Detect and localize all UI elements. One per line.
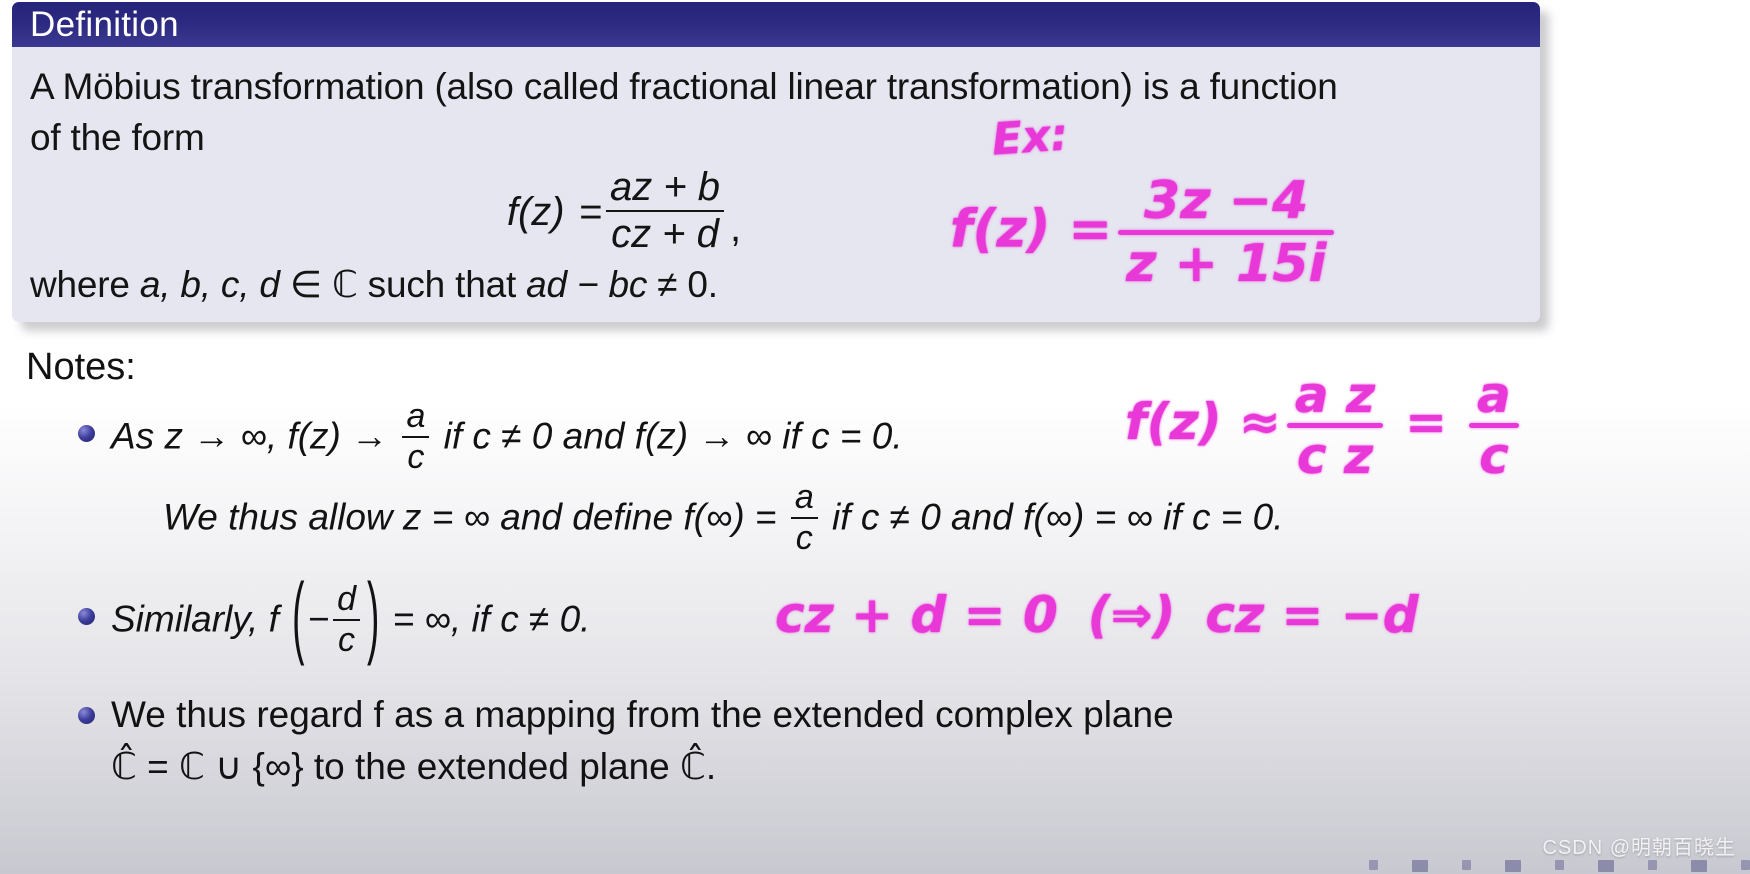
nav-back-icon[interactable]	[1462, 860, 1471, 870]
nav-next-slide-icon[interactable]	[1505, 860, 1521, 872]
bullet-dot-icon	[78, 707, 95, 725]
nav-last-icon[interactable]	[1648, 860, 1657, 870]
definition-title: Definition	[30, 5, 179, 44]
handwriting-result-denominator: c	[1479, 427, 1509, 485]
nav-section-icon[interactable]	[1598, 860, 1614, 872]
line3-suffix: ≠ 0.	[647, 263, 718, 305]
nav-prev-slide-icon[interactable]	[1412, 860, 1428, 872]
paren-close: )	[367, 565, 380, 667]
bullet-1-subline-fraction: a c	[790, 478, 818, 558]
handwriting-limit-equals: =	[1405, 393, 1448, 451]
handwriting-example-lhs: f(z) =	[950, 199, 1113, 260]
definition-line-2: of the form	[30, 117, 205, 158]
handwriting-limit: f(z) ≈ a z c z = a c	[1125, 370, 1525, 481]
subline-frac-numerator: a	[794, 478, 814, 517]
handwriting-pole-eq-1: cz + d = 0	[775, 586, 1058, 644]
bullet-2-text: Similarly, f (− d c ) = ∞, if c ≠ 0.	[111, 566, 591, 666]
handwriting-pole: cz + d = 0 (⇒) cz = −d	[775, 586, 1419, 644]
handwriting-result-numerator: a	[1477, 366, 1511, 424]
formula-denominator: cz + d	[611, 211, 719, 256]
bullet-1-subline-part-2: if c ≠ 0 and f(∞) = ∞ if c = 0.	[821, 496, 1284, 538]
formula-fraction: az + b cz + d	[605, 165, 725, 256]
bullet-1-subline-part-1: We thus allow z = ∞ and define f(∞) =	[163, 496, 787, 538]
bullet-3-text: We thus regard f as a mapping from the e…	[111, 689, 1174, 793]
handwriting-limit-numerator: a z	[1294, 366, 1376, 424]
formula-lhs: f(z)	[506, 190, 565, 235]
handwriting-limit-result: a c	[1469, 370, 1519, 481]
bullet-2-part-1: Similarly, f	[111, 598, 290, 640]
formula-comma: ,	[730, 205, 742, 250]
bullet-3-line-1: We thus regard f as a mapping from the e…	[111, 694, 1174, 736]
handwriting-example-numerator: 3z −4	[1144, 171, 1309, 231]
handwriting-pole-implies: (⇒)	[1087, 586, 1176, 644]
subline-frac-denominator: c	[795, 519, 813, 558]
nav-first-icon[interactable]	[1369, 860, 1378, 870]
bullet-2-minus: −	[307, 598, 330, 640]
slide-navigation-bar[interactable]	[0, 860, 1750, 874]
formula-numerator: az + b	[609, 165, 721, 209]
bullet-2-fraction: d c	[333, 579, 361, 659]
bullet-1-part-2: if c ≠ 0 and f(z) → ∞ if c = 0.	[433, 415, 903, 457]
bullet-2-part-2: = ∞, if c ≠ 0.	[382, 598, 591, 640]
nav-menu-icon[interactable]	[1741, 860, 1750, 870]
presentation-slide: Definition A Möbius transformation (also…	[0, 0, 1750, 874]
handwriting-ex-label: Ex:	[990, 109, 1070, 166]
bullet-3-line-2: ℂ̂ = ℂ ∪ {∞} to the extended plane ℂ̂.	[111, 746, 717, 788]
definition-line-1: A Möbius transformation (also called fra…	[30, 66, 1338, 107]
definition-header: Definition	[12, 2, 1540, 47]
bullet-2-frac-denominator: c	[338, 620, 356, 659]
bullet-dot-icon	[78, 607, 95, 625]
formula-equals: =	[578, 190, 602, 235]
nav-end-icon[interactable]	[1691, 860, 1707, 872]
handwriting-limit-fraction: a z c z	[1286, 366, 1384, 485]
handwriting-limit-lhs: f(z) ≈	[1125, 393, 1281, 451]
line3-middle: ∈ ℂ such that	[279, 263, 527, 305]
notes-bullet-3: We thus regard f as a mapping from the e…	[26, 689, 1526, 793]
line3-prefix: where	[30, 263, 140, 305]
bullet-2-frac-numerator: d	[337, 579, 357, 618]
bullet-1-text: As z → ∞, f(z) → a c if c ≠ 0 and f(z) →…	[111, 397, 903, 476]
line3-expression: ad − bc	[526, 263, 648, 305]
nav-forward-icon[interactable]	[1555, 860, 1564, 870]
bullet-1-frac-numerator: a	[406, 397, 426, 435]
bullet-1-subline: We thus allow z = ∞ and define f(∞) = a …	[163, 478, 1526, 558]
handwriting-example-denominator: z + 15i	[1126, 234, 1327, 294]
paren-open: (	[292, 565, 305, 667]
handwriting-example-fraction: 3z −4 z + 15i	[1118, 171, 1335, 294]
bullet-1-frac-denominator: c	[407, 437, 425, 476]
handwriting-pole-eq-2: cz = −d	[1205, 586, 1419, 644]
line3-variables: a, b, c, d	[139, 263, 280, 305]
bullet-dot-icon	[78, 425, 95, 442]
csdn-watermark: CSDN @明朝百晓生	[1542, 837, 1736, 859]
handwriting-limit-denominator: c z	[1296, 427, 1374, 485]
handwriting-example: f(z) = 3z −4 z + 15i	[950, 175, 1340, 290]
bullet-1-fraction: a c	[402, 397, 430, 476]
bullet-1-part-1: As z → ∞, f(z) →	[111, 415, 399, 457]
